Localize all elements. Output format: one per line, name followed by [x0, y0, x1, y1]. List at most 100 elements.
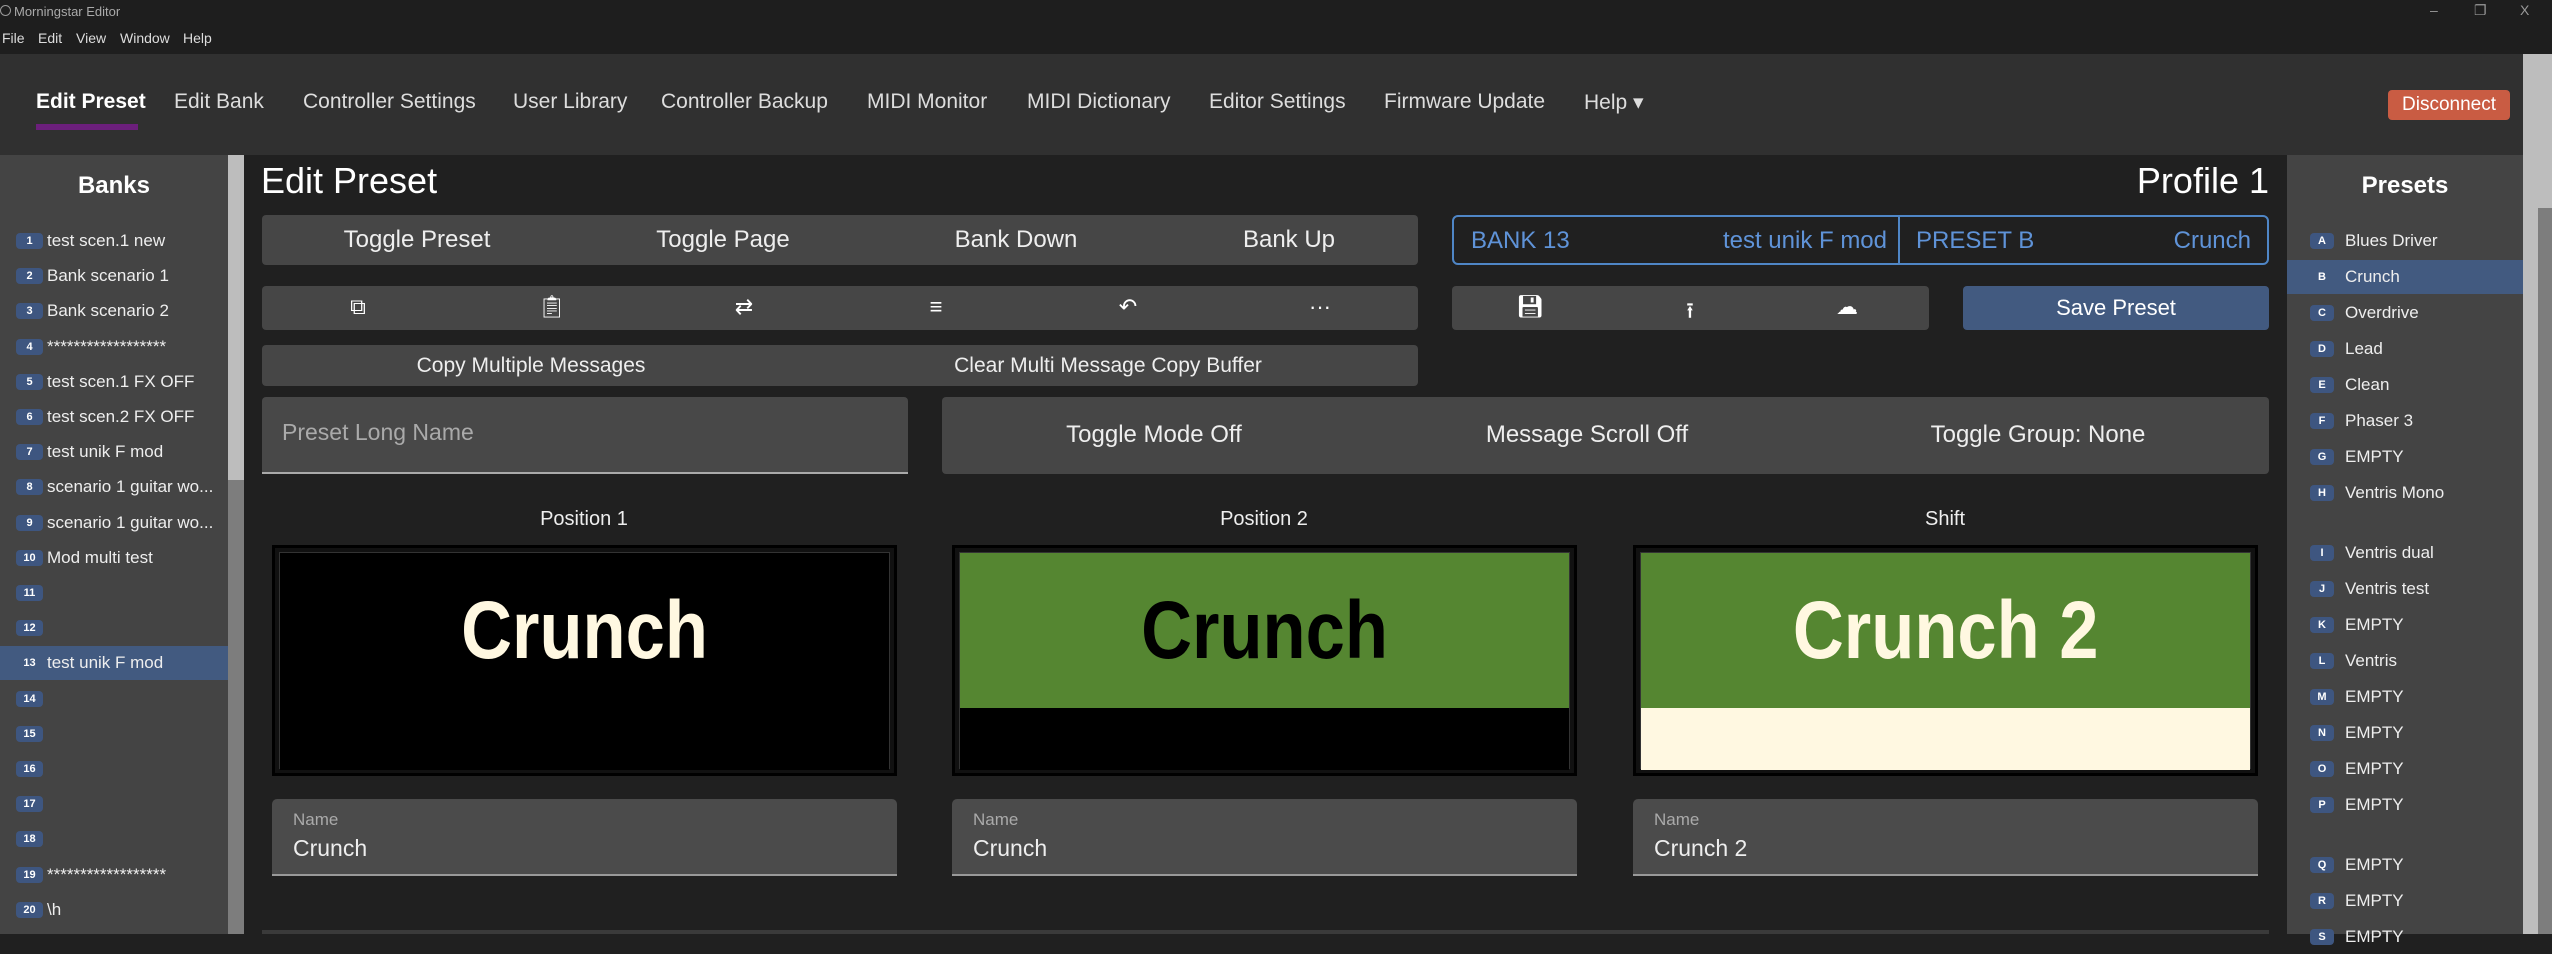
close-button[interactable]: X: [2520, 2, 2529, 18]
bank-item[interactable]: 7 test unik F mod: [0, 435, 228, 469]
file-tool-bar: 💾︎ ⭱ ☁: [1452, 286, 1929, 330]
name-field-value[interactable]: Crunch: [293, 835, 367, 862]
bank-item[interactable]: 17: [0, 787, 228, 821]
upload-icon[interactable]: ⭱: [1686, 294, 1694, 332]
minimize-button[interactable]: –: [2430, 2, 2438, 18]
preset-name: Crunch: [2173, 227, 2251, 254]
preset-item[interactable]: Q EMPTY: [2287, 848, 2523, 882]
nav-controller-settings[interactable]: Controller Settings: [303, 90, 476, 114]
bank-item[interactable]: 3 Bank scenario 2: [0, 294, 228, 328]
bank-item[interactable]: 6 test scen.2 FX OFF: [0, 400, 228, 434]
bank-item[interactable]: 16: [0, 752, 228, 786]
bank-item[interactable]: 14: [0, 682, 228, 716]
preset-item[interactable]: S EMPTY: [2287, 920, 2523, 954]
bank-item[interactable]: 9 scenario 1 guitar wo...: [0, 506, 228, 540]
position-preview[interactable]: Crunch: [952, 545, 1577, 776]
nav-user-library[interactable]: User Library: [513, 90, 627, 114]
bank-item[interactable]: 15: [0, 717, 228, 751]
bank-item[interactable]: 13 test unik F mod: [0, 646, 228, 681]
preset-item[interactable]: G EMPTY: [2287, 440, 2523, 474]
save-preset-button[interactable]: Save Preset: [1963, 286, 2269, 330]
copy-icon[interactable]: ⧉: [350, 294, 366, 320]
toggle-mode-button[interactable]: Toggle Mode Off: [1066, 421, 1242, 449]
preset-item[interactable]: E Clean: [2287, 368, 2523, 402]
bank-down-button[interactable]: Bank Down: [955, 226, 1078, 254]
nav-midi-dictionary[interactable]: MIDI Dictionary: [1027, 90, 1171, 114]
preset-long-name-field[interactable]: [262, 397, 908, 474]
bank-item[interactable]: 19 ******************: [0, 858, 228, 892]
bank-up-button[interactable]: Bank Up: [1243, 226, 1335, 254]
clear-copy-buffer-button[interactable]: Clear Multi Message Copy Buffer: [954, 354, 1262, 378]
list-icon[interactable]: ≡: [930, 294, 943, 320]
banks-sidebar: Banks 1 test scen.1 new 2 Bank scenario 13B…: [0, 155, 228, 934]
preset-item[interactable]: B Crunch: [2287, 260, 2523, 294]
preset-item[interactable]: C Overdrive: [2287, 296, 2523, 330]
swap-icon[interactable]: ⇄: [735, 294, 753, 320]
position-preview[interactable]: Crunch: [272, 545, 897, 776]
nav-editor-settings[interactable]: Editor Settings: [1209, 90, 1346, 114]
position-preview[interactable]: Crunch 2: [1633, 545, 2258, 776]
name-field-value[interactable]: Crunch: [973, 835, 1047, 862]
bank-item[interactable]: 12: [0, 611, 228, 645]
bank-item[interactable]: 1 test scen.1 new: [0, 224, 228, 258]
preset-item[interactable]: H Ventris Mono: [2287, 476, 2523, 510]
preset-item[interactable]: L Ventris: [2287, 644, 2523, 678]
toggle-page-button[interactable]: Toggle Page: [656, 226, 789, 254]
banks-scrollbar-thumb[interactable]: [228, 155, 244, 480]
nav-midi-monitor[interactable]: MIDI Monitor: [867, 90, 987, 114]
nav-edit-preset[interactable]: Edit Preset: [36, 90, 146, 114]
nav-controller-backup[interactable]: Controller Backup: [661, 90, 828, 114]
position-name-field[interactable]: Name Crunch: [272, 799, 897, 876]
nav-firmware-update[interactable]: Firmware Update: [1384, 90, 1545, 114]
preset-item[interactable]: J Ventris test: [2287, 572, 2523, 606]
position-name-field[interactable]: Name Crunch 2: [1633, 799, 2258, 876]
nav-help-dropdown[interactable]: Help ▾: [1584, 90, 1644, 115]
menu-help[interactable]: Help: [183, 30, 212, 46]
cloud-icon[interactable]: ☁: [1836, 294, 1858, 320]
menu-view[interactable]: View: [76, 30, 106, 46]
copy-multiple-messages-button[interactable]: Copy Multiple Messages: [417, 354, 646, 378]
bank-item[interactable]: 8 scenario 1 guitar wo...: [0, 470, 228, 504]
bank-number-badge: 2: [16, 268, 43, 285]
preset-item[interactable]: R EMPTY: [2287, 884, 2523, 918]
preset-letter-badge: J: [2310, 581, 2334, 597]
bank-item[interactable]: 2 Bank scenario 1: [0, 259, 228, 293]
preset-item[interactable]: F Phaser 3: [2287, 404, 2523, 438]
preview-top: Crunch: [280, 553, 889, 708]
preset-item[interactable]: M EMPTY: [2287, 680, 2523, 714]
menu-window[interactable]: Window: [120, 30, 170, 46]
title-bar: Morningstar Editor – ❐ X: [0, 0, 2552, 23]
preset-item[interactable]: A Blues Driver: [2287, 224, 2523, 258]
menu-file[interactable]: File: [2, 30, 25, 46]
undo-icon[interactable]: ↶: [1119, 294, 1137, 320]
bank-item[interactable]: 4 ******************: [0, 330, 228, 364]
bank-item[interactable]: 18: [0, 822, 228, 856]
paste-icon[interactable]: 📋︎: [538, 294, 566, 320]
restore-button[interactable]: ❐: [2474, 2, 2487, 19]
preset-long-name-input[interactable]: [282, 419, 882, 446]
bank-item[interactable]: 5 test scen.1 FX OFF: [0, 365, 228, 399]
bank-number-badge: 18: [16, 831, 43, 848]
preset-item[interactable]: K EMPTY: [2287, 608, 2523, 642]
preset-letter-badge: R: [2310, 893, 2334, 909]
bank-item[interactable]: 11: [0, 576, 228, 610]
nav-edit-bank[interactable]: Edit Bank: [174, 90, 264, 114]
more-icon[interactable]: ···: [1309, 294, 1331, 320]
position-name-field[interactable]: Name Crunch: [952, 799, 1577, 876]
toggle-group-button[interactable]: Toggle Group: None: [1931, 421, 2146, 449]
bank-item[interactable]: 10 Mod multi test: [0, 541, 228, 575]
preset-item[interactable]: D Lead: [2287, 332, 2523, 366]
page-scrollbar-thumb[interactable]: [2538, 208, 2552, 934]
toggle-preset-button[interactable]: Toggle Preset: [344, 226, 491, 254]
presets-sidebar: Presets A Blues Driver B Crunch C Overdrive D L…: [2287, 155, 2523, 946]
menu-edit[interactable]: Edit: [38, 30, 62, 46]
disconnect-button[interactable]: Disconnect: [2388, 90, 2510, 120]
preset-item[interactable]: O EMPTY: [2287, 752, 2523, 786]
preset-item[interactable]: I Ventris dual: [2287, 536, 2523, 570]
preset-item[interactable]: N EMPTY: [2287, 716, 2523, 750]
save-icon[interactable]: 💾︎: [1516, 294, 1544, 320]
message-scroll-button[interactable]: Message Scroll Off: [1486, 421, 1688, 449]
preset-item[interactable]: P EMPTY: [2287, 788, 2523, 822]
name-field-value[interactable]: Crunch 2: [1654, 835, 1747, 862]
bank-item[interactable]: 20 \h: [0, 893, 228, 927]
